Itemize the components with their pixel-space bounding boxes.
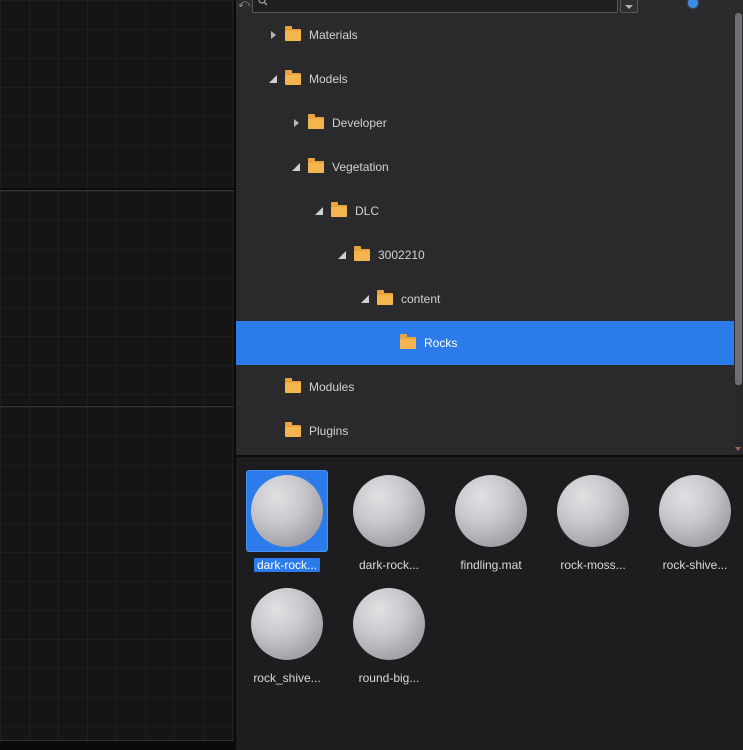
asset-label: rock-shive... [662, 558, 728, 572]
tree-item-label: Modules [309, 380, 355, 394]
chevron-right-icon[interactable] [268, 29, 280, 41]
asset-item[interactable]: rock-shive... [647, 471, 743, 572]
asset-thumbnail [349, 471, 429, 551]
tree-item-label: 3002210 [378, 248, 425, 262]
tree-item-label: Developer [332, 116, 387, 130]
tree-item-models[interactable]: Models [236, 57, 743, 101]
asset-panel: dark-rock... dark-rock... findling.mat rock… [236, 457, 743, 750]
asset-label: rock-moss... [560, 558, 626, 572]
sphere-preview-icon [557, 475, 629, 547]
scroll-down-icon[interactable] [734, 443, 743, 455]
tree-item-plugins[interactable]: Plugins [236, 409, 743, 453]
sphere-preview-icon [455, 475, 527, 547]
arrow-spacer [268, 381, 280, 393]
asset-thumbnail [655, 471, 735, 551]
asset-grid: dark-rock... dark-rock... findling.mat rock… [236, 457, 743, 685]
search-icon [258, 0, 268, 11]
sphere-preview-icon [353, 588, 425, 660]
arrow-spacer [383, 337, 395, 349]
asset-thumbnail [247, 471, 327, 551]
filter-icon[interactable] [688, 0, 698, 8]
tree-item-vegetation[interactable]: Vegetation [236, 145, 743, 189]
asset-thumbnail [451, 471, 531, 551]
tree-item-dlc[interactable]: DLC [236, 189, 743, 233]
viewport-bottom[interactable] [0, 406, 234, 741]
tree-item-label: Vegetation [332, 160, 389, 174]
folder-icon [285, 378, 301, 393]
chevron-right-icon[interactable] [291, 117, 303, 129]
sphere-preview-icon [251, 475, 323, 547]
folder-icon [308, 158, 324, 173]
search-input[interactable] [273, 0, 607, 12]
chevron-down-icon[interactable] [337, 249, 349, 261]
scrollbar-thumb[interactable] [735, 13, 742, 385]
chevron-down-icon[interactable] [314, 205, 326, 217]
viewport-top[interactable] [0, 0, 234, 188]
folder-icon [285, 70, 301, 85]
asset-thumbnail [247, 584, 327, 664]
tree-item-label: Models [309, 72, 348, 86]
asset-label: dark-rock... [253, 558, 320, 572]
search-field[interactable] [252, 0, 618, 13]
tree-item-label: DLC [355, 204, 380, 218]
arrow-spacer [268, 425, 280, 437]
asset-item[interactable]: findling.mat [443, 471, 539, 572]
chevron-down-icon[interactable] [360, 293, 372, 305]
asset-label: round-big... [358, 671, 420, 685]
viewport-middle[interactable] [0, 190, 234, 405]
folder-icon [285, 422, 301, 437]
asset-item[interactable]: rock_shive... [239, 584, 335, 685]
tree-item-modules[interactable]: Modules [236, 365, 743, 409]
folder-icon [377, 290, 393, 305]
asset-browser-toolbar: ⤺ [236, 0, 743, 13]
folder-tree: Materials Models Developer Vegetation DLC 300… [236, 13, 743, 455]
asset-item[interactable]: round-big... [341, 584, 437, 685]
folder-icon [331, 202, 347, 217]
tree-scrollbar[interactable] [734, 13, 743, 455]
asset-item[interactable]: rock-moss... [545, 471, 641, 572]
asset-thumbnail [349, 584, 429, 664]
tree-item-materials[interactable]: Materials [236, 13, 743, 57]
tree-item-rocks[interactable]: Rocks [236, 321, 743, 365]
asset-label: rock_shive... [253, 671, 321, 685]
tree-item-label: Materials [309, 28, 358, 42]
asset-item[interactable]: dark-rock... [239, 471, 335, 572]
folder-icon [308, 114, 324, 129]
tree-item-3002210[interactable]: 3002210 [236, 233, 743, 277]
sphere-preview-icon [659, 475, 731, 547]
back-icon[interactable]: ⤺ [238, 0, 250, 11]
asset-label: dark-rock... [358, 558, 419, 572]
tree-item-label: content [401, 292, 441, 306]
asset-label: findling.mat [460, 558, 522, 572]
tree-item-developer[interactable]: Developer [236, 101, 743, 145]
folder-icon [400, 334, 416, 349]
sphere-preview-icon [353, 475, 425, 547]
asset-item[interactable]: dark-rock... [341, 471, 437, 572]
folder-icon [354, 246, 370, 261]
asset-thumbnail [553, 471, 633, 551]
chevron-down-icon[interactable] [620, 0, 638, 13]
chevron-down-icon[interactable] [268, 73, 280, 85]
chevron-down-icon[interactable] [291, 161, 303, 173]
tree-item-content[interactable]: content [236, 277, 743, 321]
folder-icon [285, 26, 301, 41]
sphere-preview-icon [251, 588, 323, 660]
tree-item-label: Rocks [424, 336, 458, 350]
tree-item-label: Plugins [309, 424, 349, 438]
